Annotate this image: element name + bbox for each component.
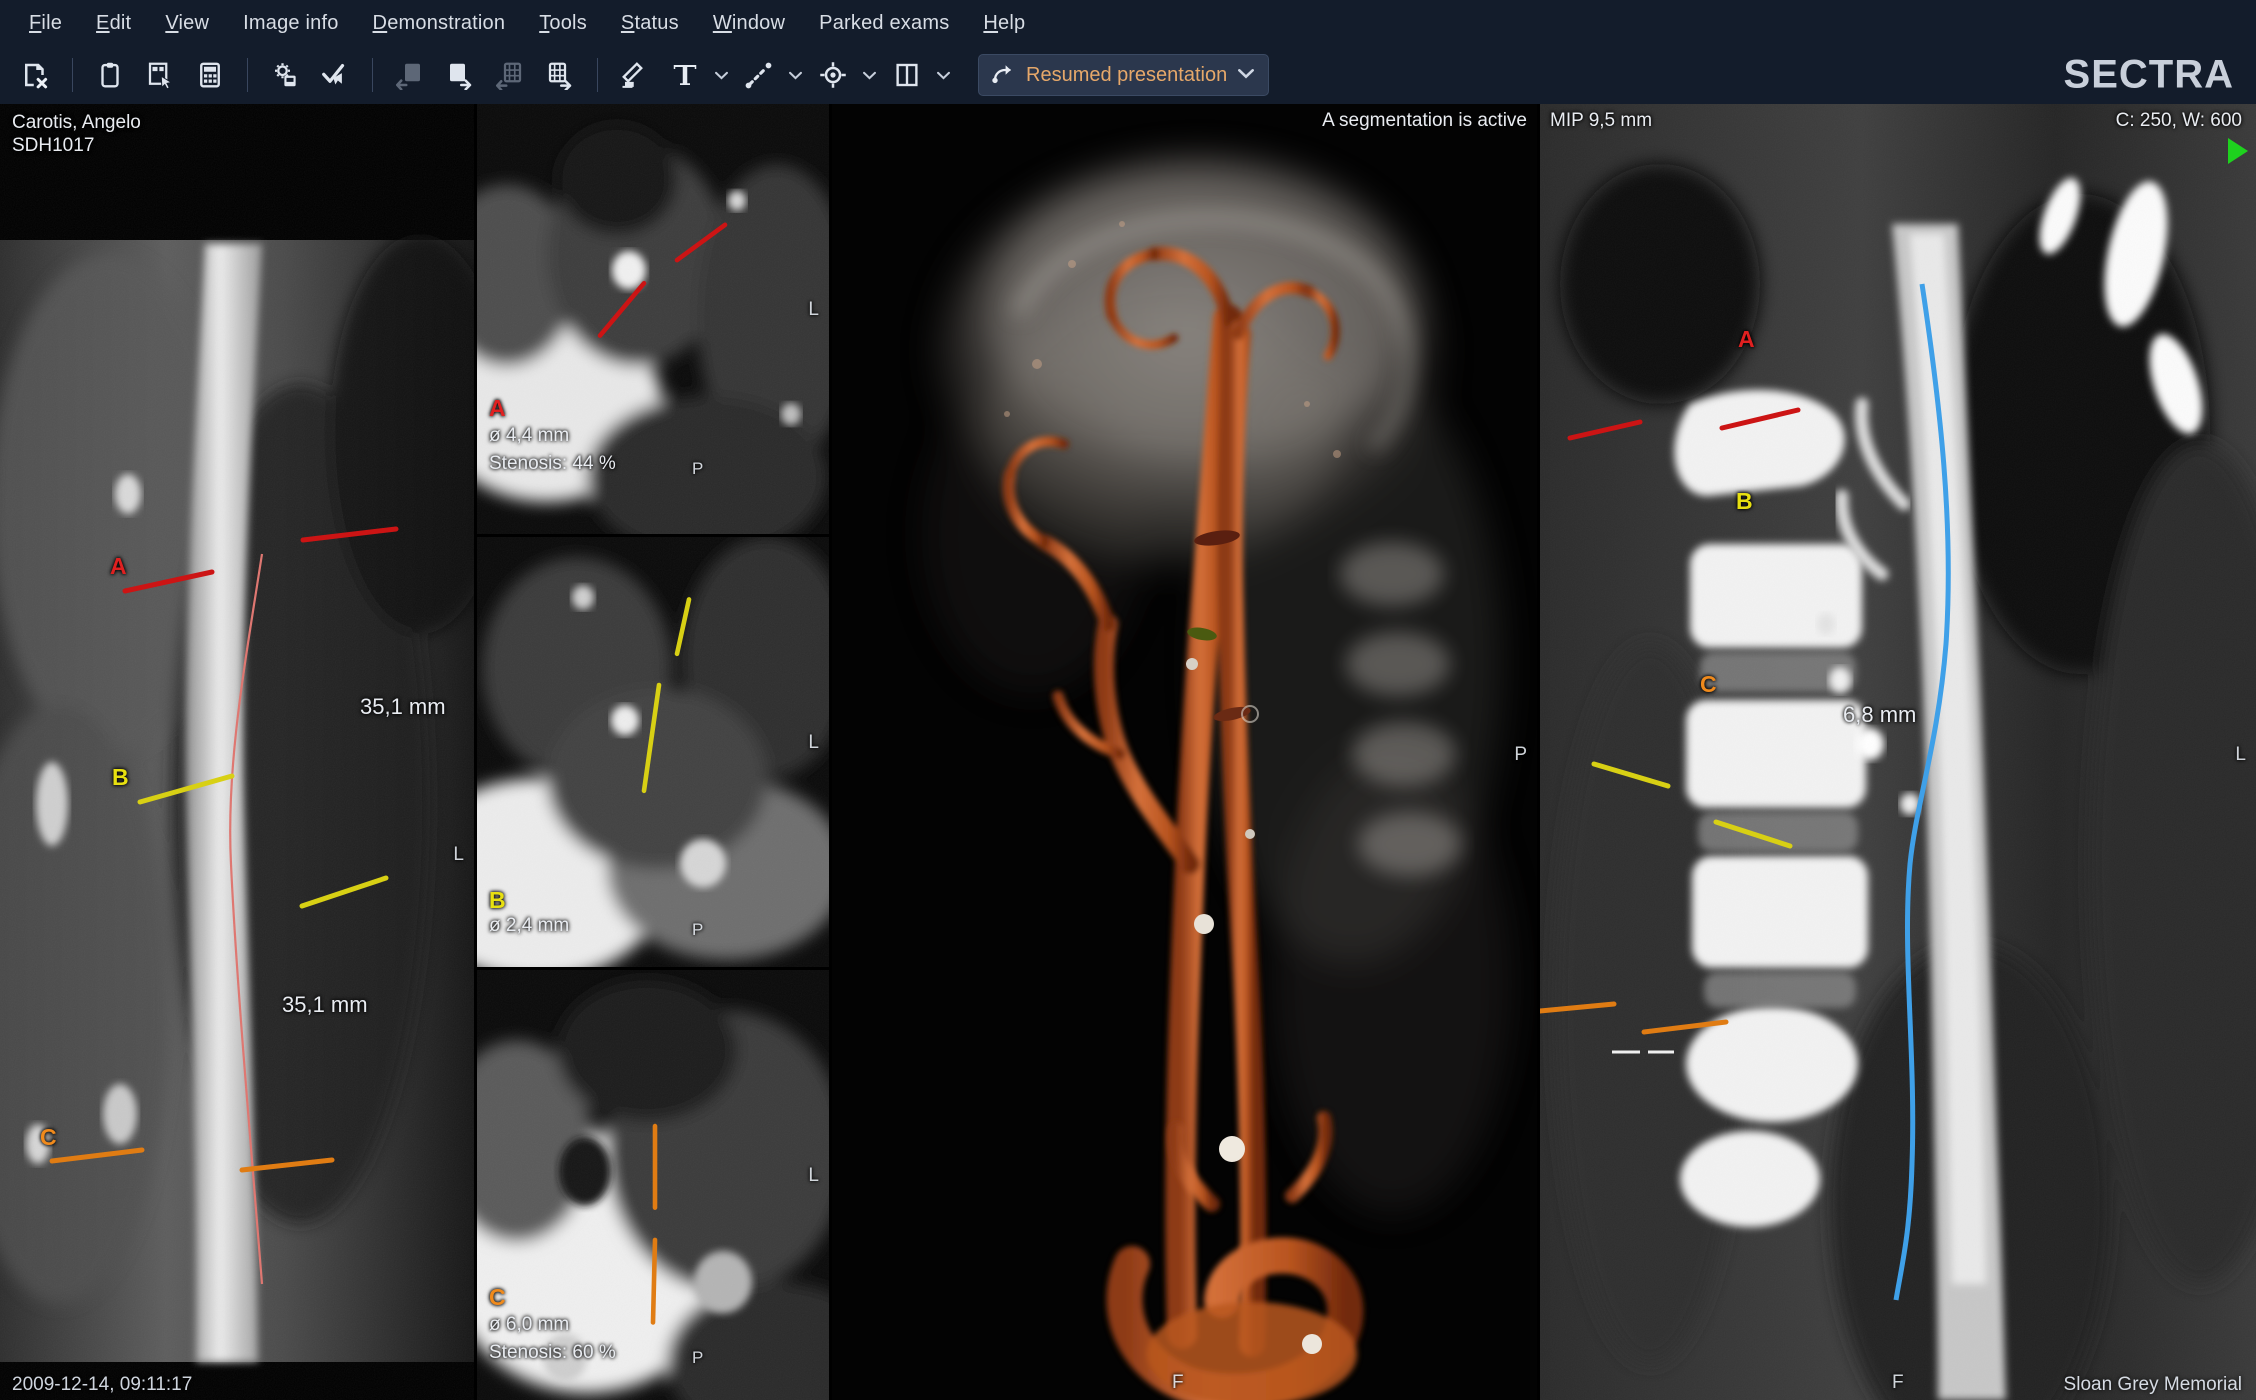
sectra-logo: SECTRA bbox=[2063, 52, 2234, 97]
menu-item-window[interactable]: Window bbox=[696, 6, 802, 41]
crosshair-chevron-down-icon[interactable] bbox=[858, 53, 880, 97]
cross-section-a-image bbox=[477, 104, 829, 534]
viewport-grid: Carotis, Angelo SDH1017 A B C 35,1 mm 35… bbox=[0, 104, 2256, 1400]
main-toolbar: Resumed presentation SECTRA bbox=[0, 46, 2256, 104]
check-pen-icon[interactable] bbox=[312, 53, 358, 97]
cross-section-a[interactable]: A ø 4,4 mm Stenosis: 44 % L P bbox=[477, 104, 829, 534]
split-layout-chevron-down-icon[interactable] bbox=[932, 53, 954, 97]
text-tool-chevron-down-icon[interactable] bbox=[710, 53, 732, 97]
toolbar-divider bbox=[247, 58, 248, 92]
redo-arrow-icon bbox=[991, 62, 1015, 89]
mip-image bbox=[1540, 104, 2256, 1400]
settings-window-icon[interactable] bbox=[262, 53, 308, 97]
toolbar-divider bbox=[597, 58, 598, 92]
curved-mpr-viewport[interactable]: Carotis, Angelo SDH1017 A B C 35,1 mm 35… bbox=[0, 104, 474, 1400]
line-measure-icon[interactable] bbox=[736, 53, 782, 97]
cross-section-c-image bbox=[477, 970, 829, 1400]
sectra-ids7-window: File Edit View Image info Demonstration … bbox=[0, 0, 2256, 1400]
clipboard-icon[interactable] bbox=[87, 53, 133, 97]
previous-series-icon[interactable] bbox=[387, 53, 433, 97]
volume-rendering-viewport[interactable]: A segmentation is active P F bbox=[832, 104, 1537, 1400]
menu-bar: File Edit View Image info Demonstration … bbox=[0, 0, 2256, 46]
menu-item-tools[interactable]: Tools bbox=[522, 6, 604, 41]
cross-section-b[interactable]: B ø 2,4 mm L P bbox=[477, 537, 829, 967]
crosshair-icon[interactable] bbox=[810, 53, 856, 97]
split-layout-icon[interactable] bbox=[884, 53, 930, 97]
text-tool-icon[interactable] bbox=[662, 53, 708, 97]
menu-item-view[interactable]: View bbox=[148, 6, 226, 41]
calculator-icon[interactable] bbox=[187, 53, 233, 97]
cross-section-stack: A ø 4,4 mm Stenosis: 44 % L P B ø 2,4 mm… bbox=[477, 104, 829, 1400]
segmentation-status: A segmentation is active bbox=[1322, 110, 1527, 131]
menu-item-edit[interactable]: Edit bbox=[79, 6, 148, 41]
toolbar-divider bbox=[372, 58, 373, 92]
presentation-state-label: Resumed presentation bbox=[1026, 63, 1228, 86]
presentation-state-button[interactable]: Resumed presentation bbox=[978, 54, 1270, 96]
menu-item-file[interactable]: File bbox=[12, 6, 79, 41]
cross-section-b-image bbox=[477, 537, 829, 967]
close-exam-icon[interactable] bbox=[12, 53, 58, 97]
menu-item-help[interactable]: Help bbox=[966, 6, 1042, 41]
cross-section-c[interactable]: C ø 6,0 mm Stenosis: 60 % L P bbox=[477, 970, 829, 1400]
menu-item-demonstration[interactable]: Demonstration bbox=[356, 6, 523, 41]
presentation-chevron-down-icon bbox=[1238, 66, 1255, 84]
volume-rendering-image bbox=[832, 104, 1537, 1400]
cpr-image bbox=[0, 104, 474, 1400]
select-region-icon[interactable] bbox=[137, 53, 183, 97]
menu-item-image-info[interactable]: Image info bbox=[226, 6, 355, 41]
next-image-icon[interactable] bbox=[537, 53, 583, 97]
exam-timestamp: 2009-12-14, 09:11:17 bbox=[12, 1374, 193, 1395]
play-triangle-icon[interactable] bbox=[2228, 138, 2248, 164]
previous-image-icon[interactable] bbox=[487, 53, 533, 97]
hospital-name: Sloan Grey Memorial bbox=[2063, 1374, 2242, 1395]
toolbar-divider bbox=[72, 58, 73, 92]
next-series-icon[interactable] bbox=[437, 53, 483, 97]
menu-item-parked-exams[interactable]: Parked exams bbox=[802, 6, 966, 41]
mip-viewport[interactable]: MIP 9,5 mm C: 250, W: 600 A B C 6,8 mm L… bbox=[1540, 104, 2256, 1400]
annotate-icon[interactable] bbox=[612, 53, 658, 97]
line-measure-chevron-down-icon[interactable] bbox=[784, 53, 806, 97]
menu-item-status[interactable]: Status bbox=[604, 6, 696, 41]
